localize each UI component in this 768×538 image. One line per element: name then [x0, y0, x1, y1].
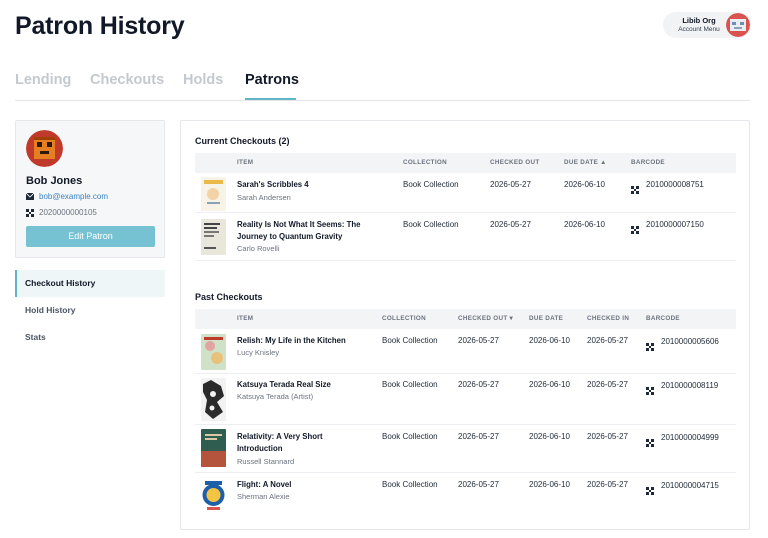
table-row[interactable]: Relish: My Life in the Kitchen Lucy Knis… [195, 329, 736, 374]
barcode-icon [26, 209, 34, 217]
page-title: Patron History [15, 12, 185, 40]
side-item-hold-history[interactable]: Hold History [15, 297, 165, 324]
item-due-date: 2026-06-10 [529, 380, 570, 389]
barcode-icon [631, 221, 639, 234]
col-barcode[interactable]: BARCODE [631, 153, 665, 173]
current-checkouts-title: Current Checkouts (2) [195, 136, 290, 146]
barcode-icon [646, 382, 654, 395]
book-cover-image [201, 334, 226, 370]
patron-card-number: 2020000000105 [39, 208, 97, 217]
item-author: Russell Stannard [237, 457, 295, 466]
barcode-icon [646, 338, 654, 351]
col-collection[interactable]: COLLECTION [382, 309, 426, 329]
item-title[interactable]: Sarah's Scribbles 4 [237, 179, 309, 191]
item-barcode: 2010000004715 [661, 481, 719, 490]
table-row[interactable]: Reality Is Not What It Seems: The Journe… [195, 213, 736, 261]
book-cover-image [201, 429, 226, 467]
book-cover-image [201, 477, 226, 513]
item-due-date: 2026-06-10 [529, 432, 570, 441]
item-collection: Book Collection [382, 380, 438, 389]
past-checkouts-title: Past Checkouts [195, 292, 263, 302]
envelope-icon [25, 192, 35, 200]
col-barcode[interactable]: BARCODE [646, 309, 680, 329]
item-author: Sarah Andersen [237, 193, 291, 202]
book-cover-image [201, 177, 226, 211]
col-checked-out[interactable]: CHECKED OUT [490, 153, 539, 173]
item-author: Katsuya Terada (Artist) [237, 392, 314, 401]
item-barcode: 2010000007150 [646, 220, 704, 229]
item-collection: Book Collection [382, 336, 438, 345]
patron-email[interactable]: bob@example.com [39, 192, 108, 201]
tab-patrons[interactable]: Patrons [245, 72, 299, 88]
col-item[interactable]: ITEM [237, 153, 253, 173]
book-cover-image [201, 219, 226, 255]
patron-card: Bob Jones bob@example.com 2020000000105 … [15, 120, 165, 258]
item-author: Sherman Alexie [237, 492, 290, 501]
account-org: Libib Org [682, 16, 716, 25]
barcode-icon [646, 434, 654, 447]
patron-name: Bob Jones [26, 175, 83, 187]
item-due-date: 2026-06-10 [529, 480, 570, 489]
item-due-date: 2026-06-10 [529, 336, 570, 345]
item-author: Lucy Knisley [237, 348, 280, 357]
col-checked-in[interactable]: CHECKED IN [587, 309, 629, 329]
col-due-date[interactable]: DUE DATE [529, 309, 563, 329]
tab-lending[interactable]: Lending [15, 72, 71, 88]
book-cover-image [201, 378, 226, 421]
item-checked-in: 2026-05-27 [587, 336, 628, 345]
item-title[interactable]: Reality Is Not What It Seems: The Journe… [237, 219, 377, 243]
table-row[interactable]: Sarah's Scribbles 4 Sarah Andersen Book … [195, 173, 736, 213]
barcode-icon [646, 482, 654, 495]
account-menu[interactable]: Libib Org Account Menu [663, 12, 751, 38]
account-menu-label: Account Menu [678, 26, 720, 33]
table-row[interactable]: Flight: A Novel Sherman Alexie Book Coll… [195, 473, 736, 518]
table-row[interactable]: Relativity: A Very Short Introduction Ru… [195, 425, 736, 473]
item-author: Carlo Rovelli [237, 244, 280, 253]
item-checked-out: 2026-05-27 [458, 432, 499, 441]
item-collection: Book Collection [403, 180, 459, 189]
item-title[interactable]: Relativity: A Very Short Introduction [237, 431, 337, 455]
table-row[interactable]: Katsuya Terada Real Size Katsuya Terada … [195, 374, 736, 425]
item-barcode: 2010000005606 [661, 337, 719, 346]
barcode-icon [631, 181, 639, 194]
current-checkouts-header: ITEM COLLECTION CHECKED OUT DUE DATE ▲ B… [195, 153, 736, 173]
side-item-stats[interactable]: Stats [15, 324, 165, 351]
side-item-checkout-history[interactable]: Checkout History [15, 270, 165, 297]
tab-holds[interactable]: Holds [183, 72, 223, 88]
item-title[interactable]: Relish: My Life in the Kitchen [237, 335, 346, 347]
col-collection[interactable]: COLLECTION [403, 153, 447, 173]
col-checked-out[interactable]: CHECKED OUT ▾ [458, 309, 513, 329]
past-checkouts-header: ITEM COLLECTION CHECKED OUT ▾ DUE DATE C… [195, 309, 736, 329]
item-checked-in: 2026-05-27 [587, 380, 628, 389]
account-avatar[interactable] [726, 13, 750, 37]
item-title[interactable]: Katsuya Terada Real Size [237, 379, 331, 391]
col-item[interactable]: ITEM [237, 309, 253, 329]
item-barcode: 2010000004999 [661, 433, 719, 442]
item-checked-out: 2026-05-27 [458, 380, 499, 389]
item-due-date: 2026-06-10 [564, 180, 605, 189]
item-collection: Book Collection [382, 480, 438, 489]
item-checked-in: 2026-05-27 [587, 480, 628, 489]
item-due-date: 2026-06-10 [564, 220, 605, 229]
item-checked-in: 2026-05-27 [587, 432, 628, 441]
patron-avatar [26, 130, 63, 167]
item-barcode: 2010000008751 [646, 180, 704, 189]
item-barcode: 2010000008119 [661, 381, 719, 390]
tab-checkouts[interactable]: Checkouts [90, 72, 164, 88]
tabs-divider [15, 100, 750, 101]
item-checked-out: 2026-05-27 [490, 180, 531, 189]
col-due-date[interactable]: DUE DATE ▲ [564, 153, 607, 173]
item-title[interactable]: Flight: A Novel [237, 479, 291, 491]
item-checked-out: 2026-05-27 [458, 480, 499, 489]
item-collection: Book Collection [382, 432, 438, 441]
item-checked-out: 2026-05-27 [458, 336, 499, 345]
edit-patron-button[interactable]: Edit Patron [26, 226, 155, 247]
history-panel: Current Checkouts (2) ITEM COLLECTION CH… [180, 120, 750, 530]
item-checked-out: 2026-05-27 [490, 220, 531, 229]
item-collection: Book Collection [403, 220, 459, 229]
